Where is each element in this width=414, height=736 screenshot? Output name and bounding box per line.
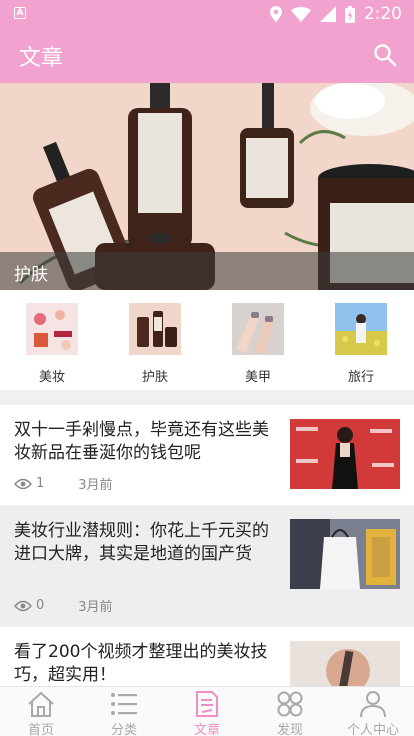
eye-icon [14,600,32,611]
banner-caption-text: 护肤 [14,265,48,285]
person-icon [360,691,386,718]
article-list-item[interactable]: 看了200个视频才整理出的美妆技巧，超实用！ [0,627,414,686]
signal-icon [319,6,336,22]
document-icon [196,691,218,717]
category-label: 美妆 [38,370,65,385]
tab-label: 分类 [110,723,137,736]
location-icon [269,6,282,22]
notification-icon: A [14,7,26,19]
category-label: 美甲 [244,370,271,385]
status-time: 2:20 [363,4,402,24]
battery-icon [344,5,355,23]
tab-label: 文章 [193,723,220,736]
article-meta: 1 3月前 [14,474,113,493]
category-thumb-travel [335,303,387,355]
home-icon [28,691,54,717]
eye-icon [14,478,32,489]
article-thumbnail [290,641,400,686]
article-thumbnail [290,419,400,489]
category-label: 护肤 [141,370,168,385]
article-list-item[interactable]: 美妆行业潜规则：你花上千元买的进口大牌，其实是地道的国产货 0 3月前 [0,506,414,626]
tab-home[interactable]: 首页 [0,687,82,736]
category-thumb-nails [232,303,284,355]
tab-discover[interactable]: 发现 [249,687,331,736]
article-title: 美妆行业潜规则：你花上千元买的进口大牌，其实是地道的国产货 [14,521,269,564]
category-item-travel[interactable]: 旅行 [326,303,396,385]
tab-label: 首页 [27,723,54,736]
article-time: 3月前 [78,478,113,493]
article-views: 1 [36,476,45,491]
banner-caption: 护肤 [0,252,414,290]
status-icons: 2:20 [269,4,402,24]
page-title: 文章 [19,46,64,71]
search-icon[interactable] [372,42,398,68]
tab-label: 个人中心 [346,723,399,736]
tab-label: 发现 [276,723,303,736]
category-item-makeup[interactable]: 美妆 [17,303,87,385]
wifi-icon [290,6,311,22]
tab-articles[interactable]: 文章 [166,687,248,736]
category-thumb-makeup [26,303,78,355]
article-views: 0 [36,598,45,613]
category-thumb-skincare [129,303,181,355]
article-title: 双十一手剁慢点，毕竟还有这些美妆新品在垂涎你的钱包呢 [14,420,269,463]
tab-profile[interactable]: 个人中心 [332,687,414,736]
category-item-nails[interactable]: 美甲 [223,303,293,385]
article-thumbnail [290,519,400,589]
discover-icon [277,691,303,717]
article-time: 3月前 [78,600,113,615]
category-row: 美妆 护肤 美甲 旅行 [0,290,414,390]
category-item-skincare[interactable]: 护肤 [120,303,190,385]
list-icon [111,693,137,715]
category-label: 旅行 [347,370,374,385]
app-bar: 文章 [0,28,414,83]
article-meta: 0 3月前 [14,596,113,615]
bottom-nav: 首页 分类 文章 发现 个人中心 [0,686,414,736]
article-title: 看了200个视频才整理出的美妆技巧，超实用！ [14,642,268,685]
tab-category[interactable]: 分类 [83,687,165,736]
status-bar: A 2:20 [0,0,414,28]
article-list-item[interactable]: 双十一手剁慢点，毕竟还有这些美妆新品在垂涎你的钱包呢 1 3月前 [0,405,414,505]
